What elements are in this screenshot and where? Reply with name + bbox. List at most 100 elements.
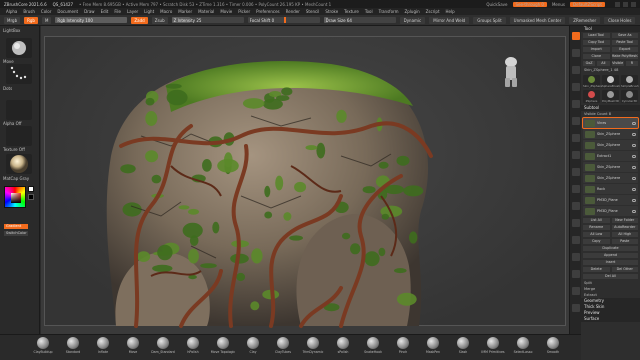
aahalf-icon[interactable] [572, 83, 580, 91]
menu-item[interactable]: Document [57, 9, 78, 14]
all-low-button[interactable]: All Low [583, 232, 610, 237]
brush-button[interactable]: Move [120, 337, 146, 359]
new-folder-button[interactable]: New Folder [611, 218, 638, 223]
scale-icon[interactable] [572, 202, 580, 210]
sculpt-mesh[interactable] [41, 26, 569, 334]
visible-count-slider[interactable]: Visible Count 8 [581, 111, 640, 117]
color-picker[interactable] [4, 186, 26, 208]
r-button[interactable]: R [625, 61, 638, 66]
all-high-button[interactable]: All High [611, 232, 638, 237]
brush-button[interactable]: Smooth [540, 337, 566, 359]
export-button[interactable]: Export [611, 47, 638, 52]
transp-icon[interactable] [572, 253, 580, 261]
brush-button[interactable]: sPolish [330, 337, 356, 359]
tool-thumbnail[interactable]: ZSphere [583, 90, 600, 103]
tool-thumbnail[interactable]: Skin_ZSphere [583, 75, 602, 88]
subtool-item[interactable]: PM3D_Plane [583, 206, 638, 216]
menu-item[interactable]: Render [286, 9, 300, 14]
brush-button[interactable]: Clay [240, 337, 266, 359]
brush-button[interactable]: Move Topologic [210, 337, 236, 359]
all-button[interactable]: All [597, 61, 610, 66]
tool-thumbnail[interactable]: SphereBrush [602, 75, 620, 88]
document-viewport[interactable] [41, 26, 569, 334]
draw-size-slider[interactable]: Draw Size 64 [323, 17, 396, 23]
brush-button[interactable]: MaskPen [420, 337, 446, 359]
local-icon[interactable] [572, 134, 580, 142]
menu-item[interactable]: Stroke [325, 9, 338, 14]
brush-button[interactable]: SelectLasso [510, 337, 536, 359]
subtool-item[interactable]: Vines [582, 117, 639, 129]
menu-item[interactable]: Zplugin [405, 9, 420, 14]
menu-item[interactable]: Edit [101, 9, 109, 14]
menus-button[interactable]: Menus [552, 2, 565, 7]
zsub-button[interactable]: Zsub [151, 16, 168, 24]
mrgb-button[interactable]: Mrgb [4, 16, 21, 24]
visibility-eye-icon[interactable] [632, 132, 636, 136]
menu-item[interactable]: Preferences [256, 9, 280, 14]
brush-button[interactable]: IMM Primitives [480, 337, 506, 359]
color-sv-square[interactable] [11, 193, 21, 203]
visibility-eye-icon[interactable] [632, 165, 636, 169]
brush-button[interactable]: Slash [450, 337, 476, 359]
zadd-button[interactable]: Zadd [131, 16, 148, 24]
del-other-button[interactable]: Del Other [611, 267, 638, 272]
visibility-eye-icon[interactable] [632, 209, 636, 213]
brush-button[interactable]: Dam_Standard [150, 337, 176, 359]
tool-thumbnail[interactable]: Cylinder3D [621, 90, 638, 103]
menu-item[interactable]: Tool [365, 9, 373, 14]
secondary-color-swatch[interactable] [28, 194, 34, 200]
save-as-button[interactable]: Save As [611, 33, 638, 38]
rgb-intensity-slider[interactable]: Rgb Intensity 100 [55, 17, 128, 23]
subtool-item[interactable]: Skin_ZSphere [583, 162, 638, 172]
menu-item[interactable]: Movie [220, 9, 232, 14]
polyf-icon[interactable] [572, 236, 580, 244]
brush-button[interactable]: ClayBuildup [30, 337, 56, 359]
brush-thumbnail[interactable] [6, 38, 32, 58]
m-button[interactable]: M [41, 16, 52, 24]
see-through-slider[interactable]: See-through 0 [512, 1, 547, 7]
menu-item[interactable]: Texture [344, 9, 359, 14]
menu-item[interactable]: Transform [379, 9, 399, 14]
menu-item[interactable]: Stencil [306, 9, 320, 14]
make-polymesh-button[interactable]: Make PolyMesh3D [611, 54, 638, 59]
tool-thumbnail[interactable]: SimpleBrush [621, 75, 639, 88]
import-button[interactable]: Import [583, 47, 610, 52]
menu-item[interactable]: Color [41, 9, 51, 14]
navigation-cube-icon[interactable] [499, 54, 523, 90]
menu-item[interactable]: Zscript [426, 9, 440, 14]
append-button[interactable]: Append [583, 253, 638, 258]
clone-button[interactable]: Clone [583, 54, 610, 59]
subtool-item[interactable]: Extract1 [583, 151, 638, 161]
subtool-item[interactable]: Skin_ZSphere [583, 173, 638, 183]
brush-button[interactable]: Pinch [390, 337, 416, 359]
move-icon[interactable] [572, 185, 580, 193]
texture-thumbnail[interactable] [6, 126, 32, 146]
xpose-icon[interactable] [572, 304, 580, 312]
visibility-eye-icon[interactable] [632, 176, 636, 180]
menu-item[interactable]: Draw [84, 9, 94, 14]
subtool-item[interactable]: Skin_ZSphere [583, 129, 638, 139]
copy-tool-button[interactable]: Copy Tool [583, 40, 610, 45]
brush-button[interactable]: ClayTubes [270, 337, 296, 359]
del-all-button[interactable]: Del All [583, 274, 638, 279]
floor-icon[interactable] [572, 117, 580, 125]
menu-item[interactable]: File [114, 9, 121, 14]
paste-button[interactable]: Paste [611, 239, 638, 244]
close-holes-button[interactable]: Close Holes [604, 16, 636, 24]
alpha-thumbnail[interactable] [6, 100, 32, 120]
menu-item[interactable]: Alpha [6, 9, 17, 14]
focal-shift-slider[interactable]: Focal Shift 0 [247, 17, 320, 23]
auto-reorder-button[interactable]: AutoReorder [611, 225, 638, 230]
visibility-eye-icon[interactable] [632, 121, 636, 125]
unmasked-center-button[interactable]: Unmasked Mesh Center [509, 16, 566, 24]
solo-icon[interactable] [572, 287, 580, 295]
visible-button[interactable]: Visible [611, 61, 624, 66]
visibility-eye-icon[interactable] [632, 143, 636, 147]
groups-split-button[interactable]: Groups Split [473, 16, 506, 24]
surface-header[interactable]: Surface [581, 316, 640, 322]
rotate-icon[interactable] [572, 219, 580, 227]
paste-tool-button[interactable]: Paste Tool [611, 40, 638, 45]
mirror-weld-button[interactable]: Mirror And Weld [429, 16, 470, 24]
visibility-eye-icon[interactable] [632, 154, 636, 158]
subtool-item[interactable]: PM3D_Plane [583, 195, 638, 205]
